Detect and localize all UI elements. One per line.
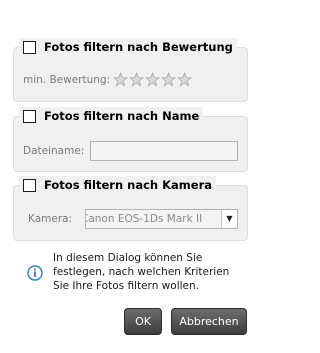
name-field-label: Dateiname: bbox=[23, 145, 85, 157]
rating-group-label: Fotos filtern nach Bewertung bbox=[44, 40, 233, 54]
star-icon[interactable] bbox=[129, 72, 144, 87]
help-button[interactable]: ? bbox=[193, 2, 218, 20]
star-icon[interactable] bbox=[177, 72, 192, 87]
name-checkbox[interactable] bbox=[23, 109, 36, 123]
rating-field-label: min. Bewertung: bbox=[23, 74, 111, 86]
group-name: Fotos filtern nach Name Dateiname: bbox=[13, 107, 248, 172]
group-camera: Fotos filtern nach Kamera Kamera: Canon … bbox=[13, 176, 248, 241]
group-name-header: Fotos filtern nach Name bbox=[19, 107, 204, 125]
close-button[interactable]: x bbox=[217, 2, 260, 20]
group-rating: Fotos filtern nach Bewertung min. Bewert… bbox=[13, 38, 248, 102]
cancel-button[interactable]: Abbrechen bbox=[171, 308, 247, 335]
star-icon[interactable] bbox=[113, 72, 128, 87]
rating-checkbox[interactable] bbox=[23, 40, 36, 54]
camera-select[interactable]: Canon EOS-1Ds Mark II ▼ bbox=[85, 209, 238, 229]
window-title: Fotos filtern nach... bbox=[28, 7, 144, 21]
camera-checkbox[interactable] bbox=[23, 178, 36, 192]
ok-button[interactable]: OK bbox=[124, 308, 162, 335]
group-camera-header: Fotos filtern nach Kamera bbox=[19, 176, 217, 194]
star-icon[interactable] bbox=[145, 72, 160, 87]
title-bar[interactable]: Fotos filtern nach... ? x bbox=[1, 1, 266, 29]
rating-stars[interactable] bbox=[113, 72, 192, 87]
name-group-label: Fotos filtern nach Name bbox=[44, 109, 200, 123]
camera-field-label: Kamera: bbox=[28, 213, 73, 225]
camera-select-value: Canon EOS-1Ds Mark II bbox=[85, 213, 203, 225]
info-icon bbox=[27, 265, 43, 281]
group-rating-header: Fotos filtern nach Bewertung bbox=[19, 38, 237, 56]
chevron-down-icon[interactable]: ▼ bbox=[221, 210, 237, 228]
camera-group-label: Fotos filtern nach Kamera bbox=[44, 178, 213, 192]
star-icon[interactable] bbox=[161, 72, 176, 87]
filename-input[interactable] bbox=[90, 141, 238, 161]
filter-icon bbox=[9, 8, 25, 23]
info-text: In diesem Dialog können Sie festlegen, n… bbox=[53, 252, 230, 292]
